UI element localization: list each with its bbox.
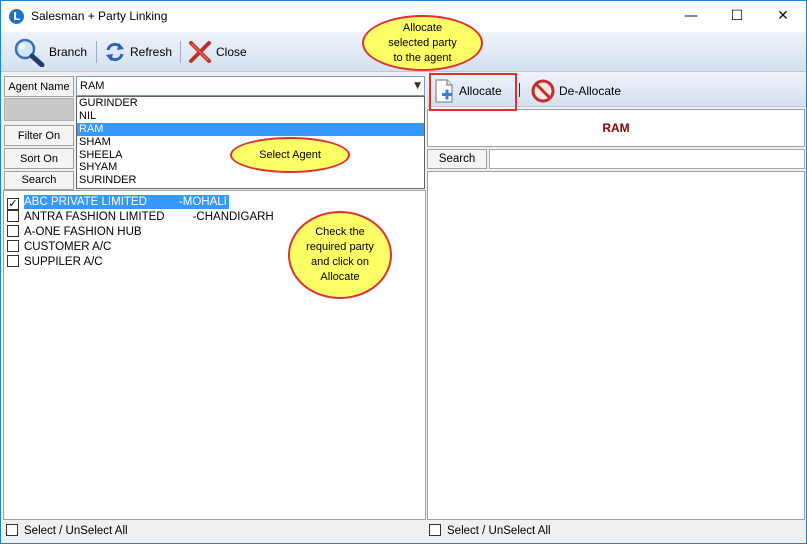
party-name: ANTRA FASHION LIMITED bbox=[24, 211, 165, 223]
maximize-button[interactable]: ☐ bbox=[714, 1, 760, 32]
select-all-checkbox[interactable] bbox=[6, 524, 18, 536]
party-city: -CHANDIGARH bbox=[192, 211, 274, 223]
party-checkbox[interactable] bbox=[7, 225, 19, 237]
right-pane: Allocate De-Allocate RAM Search Select /… bbox=[427, 73, 806, 543]
callout-allocate: Allocate selected party to the agent bbox=[362, 15, 483, 71]
refresh-button[interactable]: Refresh bbox=[104, 37, 172, 67]
party-name: SUPPILER A/C bbox=[24, 256, 103, 268]
window-title: Salesman + Party Linking bbox=[31, 9, 168, 23]
left-select-all[interactable]: Select / UnSelect All bbox=[6, 524, 128, 540]
callout-select-agent: Select Agent bbox=[230, 137, 350, 173]
minimize-button[interactable]: — bbox=[668, 1, 714, 32]
party-checkbox[interactable] bbox=[7, 210, 19, 222]
party-checkbox[interactable]: ✓ bbox=[7, 198, 19, 210]
select-all-label: Select / UnSelect All bbox=[447, 525, 551, 537]
toolbar-separator bbox=[180, 41, 181, 63]
dropdown-option[interactable]: NIL bbox=[77, 110, 424, 123]
party-row[interactable]: A-ONE FASHION HUB bbox=[7, 225, 142, 239]
party-city: -MOHALI bbox=[178, 196, 227, 208]
chevron-down-icon[interactable]: ▼ bbox=[414, 77, 421, 95]
party-name: CUSTOMER A/C bbox=[24, 241, 112, 253]
branch-button[interactable]: Branch bbox=[13, 37, 87, 67]
dropdown-option[interactable]: GURINDER bbox=[77, 97, 424, 110]
app-logo-icon: L bbox=[9, 9, 24, 24]
party-row[interactable]: ANTRA FASHION LIMITED -CHANDIGARH bbox=[7, 210, 274, 224]
allocated-party-list bbox=[427, 171, 805, 520]
close-label: Close bbox=[216, 45, 247, 59]
select-all-checkbox[interactable] bbox=[429, 524, 441, 536]
agent-name-combobox[interactable]: RAM ▼ bbox=[76, 76, 425, 96]
party-checkbox[interactable] bbox=[7, 240, 19, 252]
branch-label: Branch bbox=[49, 45, 88, 59]
deallocate-button[interactable]: De-Allocate bbox=[531, 76, 621, 106]
search-button[interactable]: Search bbox=[4, 171, 74, 190]
party-row[interactable]: ✓ ABC PRIVATE LIMITED -MOHALI bbox=[7, 195, 229, 210]
close-x-icon bbox=[189, 41, 211, 63]
party-name: ABC PRIVATE LIMITED bbox=[24, 196, 147, 208]
party-row[interactable]: CUSTOMER A/C bbox=[7, 240, 111, 254]
gray-placeholder-box bbox=[4, 98, 74, 121]
salesman-party-linking-window: L Salesman + Party Linking — ☐ ✕ Branch … bbox=[0, 0, 807, 544]
right-search-input[interactable] bbox=[489, 149, 805, 169]
party-name: A-ONE FASHION HUB bbox=[24, 226, 142, 238]
toolbar-separator bbox=[96, 41, 97, 63]
deallocate-label: De-Allocate bbox=[559, 84, 622, 98]
party-checkbox[interactable] bbox=[7, 255, 19, 267]
agent-name-label: Agent Name bbox=[4, 76, 74, 97]
allocate-highlight-box bbox=[429, 73, 517, 111]
close-window-button[interactable]: ✕ bbox=[760, 1, 806, 32]
filter-on-button[interactable]: Filter On bbox=[4, 125, 74, 146]
allocated-agent-heading: RAM bbox=[427, 109, 805, 147]
toolbar-separator bbox=[519, 83, 520, 97]
party-row[interactable]: SUPPILER A/C bbox=[7, 255, 103, 269]
refresh-icon bbox=[106, 42, 124, 62]
magnifier-icon bbox=[14, 38, 45, 67]
callout-check-party: Check the required party and click on Al… bbox=[288, 211, 392, 299]
refresh-label: Refresh bbox=[130, 45, 173, 59]
right-search-button[interactable]: Search bbox=[427, 149, 487, 169]
select-all-label: Select / UnSelect All bbox=[24, 525, 128, 537]
sort-on-button[interactable]: Sort On bbox=[4, 148, 74, 169]
dropdown-option-selected[interactable]: RAM bbox=[77, 122, 424, 136]
right-select-all[interactable]: Select / UnSelect All bbox=[429, 524, 551, 540]
agent-selected-value: RAM bbox=[80, 80, 105, 92]
dropdown-option[interactable]: SURINDER bbox=[77, 174, 424, 187]
close-button[interactable]: Close bbox=[188, 37, 247, 67]
no-entry-icon bbox=[531, 79, 555, 103]
